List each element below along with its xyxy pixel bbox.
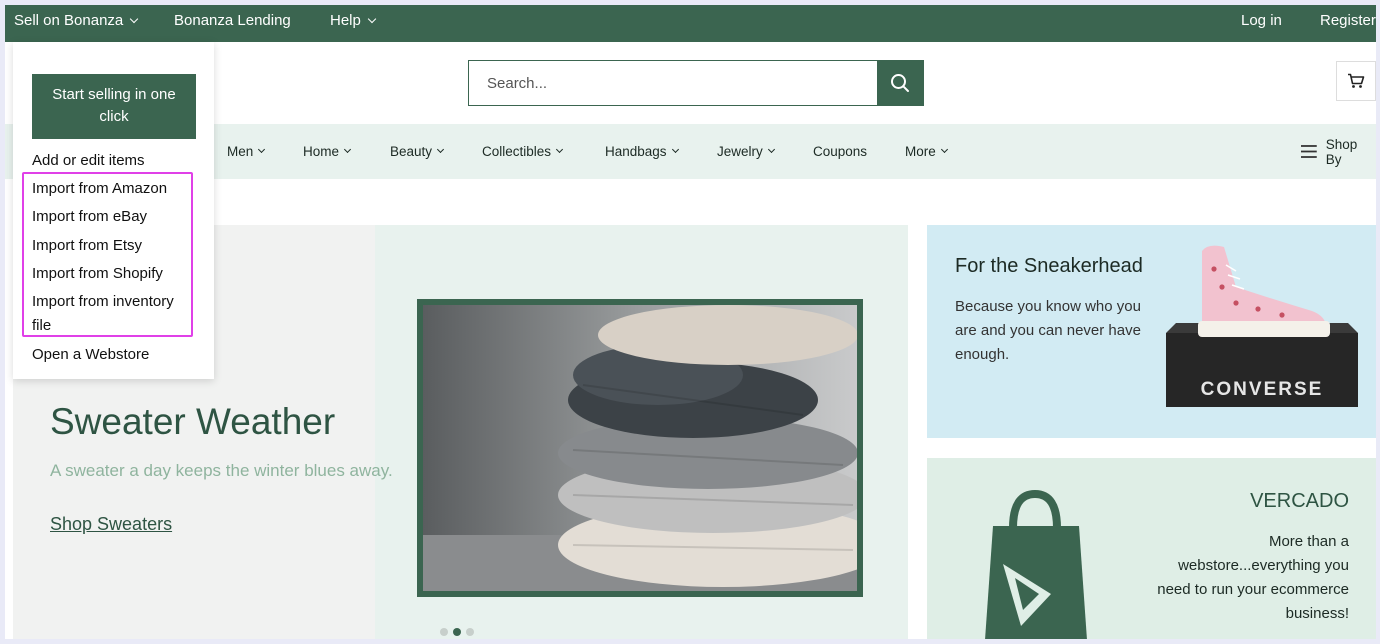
promo-title: For the Sneakerhead — [955, 255, 1143, 277]
search-input[interactable] — [469, 61, 877, 105]
menu-item-import-inventory-file[interactable]: file — [32, 317, 51, 334]
category-beauty[interactable]: Beauty — [390, 124, 445, 179]
promo-text: More than a webstore...everything you ne… — [1157, 533, 1349, 622]
carousel-dot-3[interactable] — [466, 628, 474, 636]
search-button[interactable] — [877, 61, 923, 105]
sneakerhead-promo-card[interactable]: For the Sneakerhead Because you know who… — [927, 225, 1376, 438]
shop-by-label: Shop By — [1325, 136, 1358, 167]
login-label: Log in — [1241, 11, 1282, 29]
category-men[interactable]: Men — [227, 124, 266, 179]
chevron-down-icon — [671, 145, 679, 154]
sweater-stack-illustration — [423, 305, 857, 591]
search-bar — [468, 60, 924, 106]
shop-sweaters-link[interactable]: Shop Sweaters — [50, 514, 172, 535]
vercado-promo-card[interactable]: VERCADO More than a webstore...everythin… — [927, 458, 1376, 639]
chevron-down-icon — [130, 14, 139, 23]
bonanza-lending-label: Bonanza Lending — [174, 11, 291, 29]
help-menu[interactable]: Help — [330, 5, 377, 42]
category-more[interactable]: More — [905, 124, 948, 179]
menu-item-import-shopify[interactable]: Import from Shopify — [32, 265, 163, 282]
category-label: Handbags — [605, 144, 667, 159]
chevron-down-icon — [767, 145, 775, 154]
category-label: Jewelry — [717, 144, 763, 159]
shopping-bag-logo — [985, 489, 1087, 639]
category-label: Home — [303, 144, 340, 159]
promo-title: VERCADO — [1250, 490, 1349, 512]
menu-item-import-amazon[interactable]: Import from Amazon — [32, 180, 167, 197]
sneaker-image: CONVERSE — [1166, 245, 1358, 407]
category-label: Beauty — [390, 144, 433, 159]
chevron-down-icon — [436, 145, 445, 154]
menu-item-import-ebay[interactable]: Import from eBay — [32, 208, 147, 225]
top-bar: Sell on Bonanza Bonanza Lending Help Log… — [5, 5, 1376, 42]
sell-dropdown-menu: Start selling in one click Add or edit i… — [13, 42, 214, 379]
category-label: Coupons — [813, 144, 868, 159]
hero-sweater-image[interactable] — [417, 299, 863, 597]
chevron-down-icon — [940, 145, 948, 154]
register-label: Register — [1320, 11, 1376, 29]
login-link[interactable]: Log in — [1241, 5, 1282, 42]
carousel-dot-1[interactable] — [440, 628, 448, 636]
hero-subtitle: A sweater a day keeps the winter blues a… — [50, 461, 393, 480]
category-label: Men — [227, 144, 254, 159]
category-handbags[interactable]: Handbags — [605, 124, 679, 179]
sell-on-bonanza-label: Sell on Bonanza — [14, 11, 124, 29]
category-collectibles[interactable]: Collectibles — [482, 124, 564, 179]
category-coupons[interactable]: Coupons — [813, 124, 867, 179]
chevron-down-icon — [367, 14, 377, 23]
chevron-down-icon — [555, 145, 564, 154]
chevron-down-icon — [258, 145, 266, 154]
category-home[interactable]: Home — [303, 124, 352, 179]
menu-item-import-inventory[interactable]: Import from inventory — [32, 293, 174, 310]
cart-icon — [1348, 73, 1365, 88]
page: Sell on Bonanza Bonanza Lending Help Log… — [5, 5, 1376, 639]
promo-text: Because you know who you are and you can… — [955, 298, 1141, 363]
bonanza-lending-link[interactable]: Bonanza Lending — [174, 5, 291, 42]
shop-by-button[interactable]: Shop By — [1301, 124, 1376, 179]
chevron-down-icon — [343, 145, 352, 154]
start-selling-button[interactable]: Start selling in one click — [32, 74, 196, 139]
converse-box-label: CONVERSE — [1201, 379, 1324, 400]
menu-icon — [1301, 145, 1317, 158]
menu-item-open-webstore[interactable]: Open a Webstore — [32, 346, 149, 363]
search-icon — [891, 74, 909, 92]
carousel-dot-2[interactable] — [453, 628, 461, 636]
help-label: Help — [330, 11, 361, 29]
category-jewelry[interactable]: Jewelry — [717, 124, 775, 179]
category-label: More — [905, 144, 936, 159]
register-link[interactable]: Register — [1320, 5, 1376, 42]
carousel-dots — [440, 628, 474, 636]
cart-button[interactable] — [1336, 61, 1376, 101]
category-label: Collectibles — [482, 144, 552, 159]
sell-on-bonanza-menu[interactable]: Sell on Bonanza — [14, 5, 139, 42]
menu-item-import-etsy[interactable]: Import from Etsy — [32, 237, 142, 254]
hero-title: Sweater Weather — [50, 401, 336, 442]
menu-item-add-edit[interactable]: Add or edit items — [32, 152, 145, 169]
